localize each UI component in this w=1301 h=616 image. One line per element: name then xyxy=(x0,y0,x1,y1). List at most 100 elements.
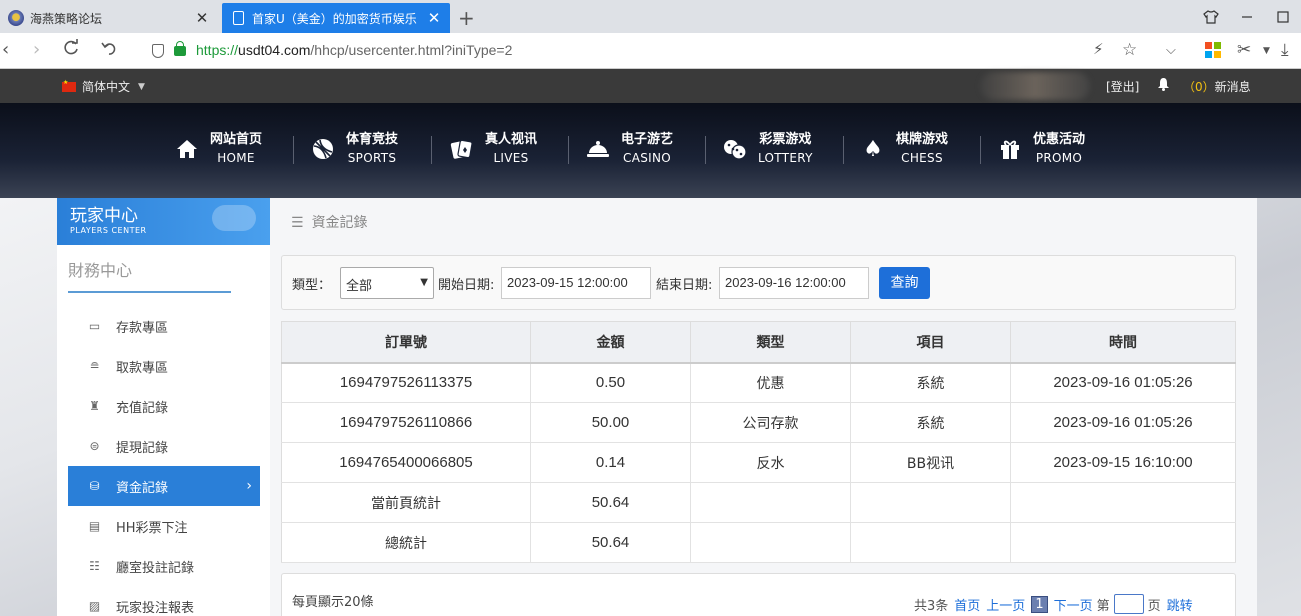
nav-cn: 电子游艺 xyxy=(621,132,674,147)
page-jump-input[interactable] xyxy=(1113,594,1144,614)
sidebar-item-recharge-records[interactable]: ♜ 充值記錄 xyxy=(68,386,260,426)
per-page-label: 每頁顯示20條 xyxy=(292,595,374,610)
nav-lottery[interactable]: 彩票游戏 LOTTERY xyxy=(723,131,813,167)
lightning-icon[interactable]: ⚡ xyxy=(1093,40,1104,58)
nav-casino[interactable]: 电子游艺 CASINO xyxy=(586,131,673,167)
table-row: 1694797526113375 0.50 优惠 系統 2023-09-16 0… xyxy=(281,362,1236,403)
next-page-link[interactable]: 下一页 xyxy=(1054,595,1093,614)
gamepad-icon xyxy=(212,205,256,231)
cell-amount: 50.00 xyxy=(530,402,691,443)
sidebar-item-withdraw[interactable]: ≘ 取款專區 xyxy=(68,346,260,386)
undo-icon[interactable] xyxy=(101,39,119,62)
withdraw-icon: ⊜ xyxy=(89,439,100,453)
site-topbar: 简体中文 ▼ [登出] （0）新消息 xyxy=(0,69,1301,103)
logout-link[interactable]: [登出] xyxy=(1106,78,1139,95)
sidebar-item-hall-bets[interactable]: ☷ 廳室投註記錄 xyxy=(68,546,260,586)
window-controls xyxy=(1193,0,1301,33)
nav-sports[interactable]: 体育竞技 SPORTS xyxy=(311,131,398,167)
sidebar-menu: ▭ 存款專區 ≘ 取款專區 ♜ 充值記錄 ⊜ 提現記錄 ⛁ 資金記錄 › ▤ H… xyxy=(57,306,270,616)
type-select[interactable]: 全部 ▼ xyxy=(340,267,434,299)
sidebar-item-label: 玩家投注報表 xyxy=(116,600,195,616)
fund-records-table: 訂單號 金額 類型 項目 時間 1694797526113375 0.50 优惠… xyxy=(281,321,1236,563)
sidebar-item-withdraw-records[interactable]: ⊜ 提現記錄 xyxy=(68,426,260,466)
caret-down-icon[interactable]: ▼ xyxy=(1263,46,1270,56)
sidebar-item-hh-lottery[interactable]: ▤ HH彩票下注 xyxy=(68,506,260,546)
col-amount: 金額 xyxy=(530,321,691,364)
breadcrumb-label: 資金記錄 xyxy=(311,215,368,231)
browser-tab-1[interactable]: 海燕策略论坛 ✕ xyxy=(0,3,218,33)
tab-close-icon[interactable]: ✕ xyxy=(426,9,442,27)
cash-icon: ≘ xyxy=(89,359,100,373)
start-date-input[interactable]: 2023-09-15 12:00:00 xyxy=(501,267,651,299)
sidebar-item-deposit[interactable]: ▭ 存款專區 xyxy=(68,306,260,346)
caret-down-icon: ▼ xyxy=(138,81,145,92)
end-date-input[interactable]: 2023-09-16 12:00:00 xyxy=(719,267,869,299)
chevron-down-icon[interactable]: ⌵ xyxy=(1166,43,1176,58)
current-page[interactable]: 1 xyxy=(1031,595,1048,613)
new-tab-icon[interactable]: + xyxy=(458,6,475,30)
apps-grid-icon[interactable] xyxy=(1205,42,1221,58)
cell-item: 系統 xyxy=(850,362,1011,403)
cell-time: 2023-09-16 01:05:26 xyxy=(1010,402,1236,443)
cell-time: 2023-09-15 16:10:00 xyxy=(1010,442,1236,483)
cell-empty xyxy=(690,522,851,563)
download-icon[interactable]: ⤓ xyxy=(1281,40,1289,60)
cell-page-total-label: 當前頁統計 xyxy=(281,482,531,523)
address-bar: ‹ › https://usdt04.com/hhcp/usercenter.h… xyxy=(0,33,1301,69)
sidebar-item-bet-report[interactable]: ▨ 玩家投注報表 xyxy=(68,586,260,616)
nav-cn: 网站首页 xyxy=(210,132,263,147)
cell-grand-total-amount: 50.64 xyxy=(530,522,691,563)
table-header-row: 訂單號 金額 類型 項目 時間 xyxy=(281,321,1236,364)
ticket-icon: ▤ xyxy=(88,519,101,533)
query-button[interactable]: 查詢 xyxy=(879,267,930,299)
shirt-icon[interactable] xyxy=(1193,0,1229,33)
end-date-label: 結束日期: xyxy=(656,278,713,293)
ball-icon xyxy=(311,137,335,161)
chevron-right-icon: › xyxy=(246,478,252,494)
breadcrumb: ☰ 資金記錄 xyxy=(291,212,368,232)
cell-empty xyxy=(850,522,1011,563)
forward-icon[interactable]: › xyxy=(33,39,40,60)
dice-icon xyxy=(723,137,747,161)
browser-tab-2-active[interactable]: 首家U（美金）的加密货币娱乐 ✕ xyxy=(222,3,450,33)
main-panel: ☰ 資金記錄 類型： 全部 ▼ 開始日期: 2023-09-15 12:00:00… xyxy=(270,198,1257,616)
jump-link[interactable]: 跳转 xyxy=(1167,595,1193,614)
language-selector[interactable]: 简体中文 ▼ xyxy=(62,78,145,95)
maximize-icon[interactable] xyxy=(1265,0,1301,33)
nav-cn: 彩票游戏 xyxy=(759,132,812,147)
nav-en: HOME xyxy=(217,151,255,165)
nav-divider xyxy=(705,136,706,164)
prev-page-link[interactable]: 上一页 xyxy=(986,595,1025,614)
nav-home[interactable]: 网站首页 HOME xyxy=(175,131,262,167)
page-prefix: 第 xyxy=(1096,598,1110,614)
finance-section-title: 財務中心 xyxy=(68,257,231,293)
minimize-icon[interactable] xyxy=(1229,0,1265,33)
star-icon[interactable]: ☆ xyxy=(1122,40,1137,60)
nav-promo[interactable]: 优惠活动 PROMO xyxy=(998,131,1085,167)
url-text[interactable]: https://usdt04.com/hhcp/usercenter.html?… xyxy=(196,42,512,58)
messages-link[interactable]: （0）新消息 xyxy=(1183,78,1251,95)
type-label: 類型： xyxy=(292,278,332,293)
first-page-link[interactable]: 首页 xyxy=(954,595,980,614)
tab-close-icon[interactable]: ✕ xyxy=(194,9,210,27)
nav-en: PROMO xyxy=(1035,151,1083,165)
nav-en: LOTTERY xyxy=(758,151,813,165)
nav-lives[interactable]: 真人视讯 LIVES xyxy=(450,131,537,167)
page-favicon-icon xyxy=(233,11,244,25)
cell-empty xyxy=(690,482,851,523)
bell-icon[interactable] xyxy=(1157,77,1170,95)
url-protocol: https:// xyxy=(196,42,239,58)
cell-empty xyxy=(1010,522,1236,563)
table-row-grand-total: 總統計 50.64 xyxy=(281,522,1236,563)
list-icon: ☷ xyxy=(89,559,100,573)
back-icon[interactable]: ‹ xyxy=(2,39,9,60)
nav-chess[interactable]: ♠ 棋牌游戏 CHESS xyxy=(861,131,948,167)
reload-icon[interactable] xyxy=(62,39,80,62)
sidebar-item-fund-records[interactable]: ⛁ 資金記錄 › xyxy=(68,466,260,506)
forum-favicon-icon xyxy=(8,10,24,26)
bag-icon: ♜ xyxy=(89,399,100,413)
scissors-icon[interactable]: ✂ xyxy=(1237,40,1251,60)
shield-icon[interactable] xyxy=(152,44,164,58)
nav-divider xyxy=(568,136,569,164)
lock-icon[interactable] xyxy=(174,41,186,56)
